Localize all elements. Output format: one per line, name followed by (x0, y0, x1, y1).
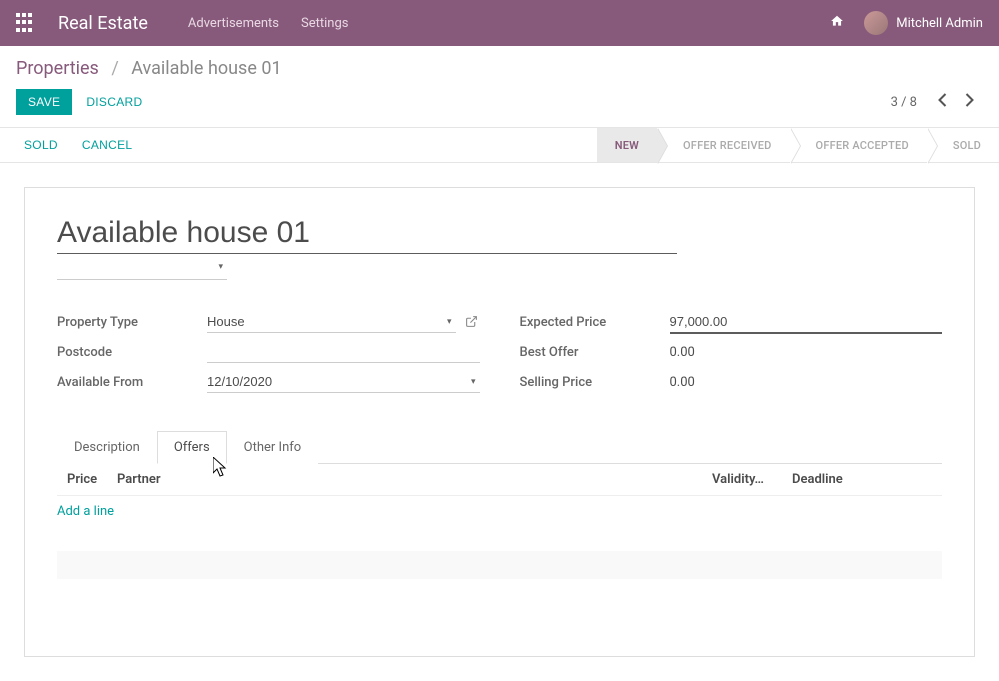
app-brand[interactable]: Real Estate (58, 13, 148, 34)
pager-prev-icon[interactable] (929, 89, 956, 115)
offers-table-header: Price Partner Validity… Deadline (57, 464, 942, 496)
pager-count[interactable]: 3 / 8 (891, 95, 917, 110)
nav-settings[interactable]: Settings (301, 16, 348, 31)
tags-select[interactable]: ▾ (57, 260, 227, 280)
discard-button[interactable]: Discard (86, 95, 142, 109)
pager: 3 / 8 (891, 89, 983, 115)
col-validity[interactable]: Validity… (712, 472, 792, 487)
cancel-button[interactable]: Cancel (82, 138, 132, 152)
col-deadline[interactable]: Deadline (792, 472, 932, 487)
nav-advertisements[interactable]: Advertisements (188, 16, 279, 31)
user-menu[interactable]: Mitchell Admin (864, 11, 983, 35)
form-sheet: ▾ Property Type ▾ Postcode (24, 187, 975, 657)
add-line-link[interactable]: Add a line (57, 496, 942, 527)
status-bar: Sold Cancel New Offer Received Offer Acc… (0, 127, 999, 163)
label-property-type: Property Type (57, 315, 207, 330)
step-offer-accepted[interactable]: Offer Accepted (790, 128, 927, 162)
home-icon[interactable] (830, 14, 844, 32)
label-postcode: Postcode (57, 345, 207, 360)
available-from-input[interactable] (207, 371, 480, 393)
property-type-input[interactable] (207, 311, 456, 333)
caret-down-icon: ▾ (218, 262, 223, 272)
postcode-input[interactable] (207, 341, 480, 363)
breadcrumb-sep: / (111, 58, 118, 79)
col-price[interactable]: Price (67, 472, 117, 487)
tabs: Description Offers Other Info (57, 430, 942, 464)
label-available-from: Available From (57, 375, 207, 390)
step-new[interactable]: New (597, 128, 657, 162)
avatar (864, 11, 888, 35)
status-steps: New Offer Received Offer Accepted Sold (597, 128, 999, 162)
offers-table: Price Partner Validity… Deadline Add a l… (57, 464, 942, 616)
breadcrumb-row: Properties / Available house 01 (0, 46, 999, 89)
breadcrumb-current: Available house 01 (131, 58, 281, 79)
breadcrumb-root[interactable]: Properties (16, 58, 99, 79)
main-navbar: Real Estate Advertisements Settings Mitc… (0, 0, 999, 46)
table-spacer (57, 551, 942, 579)
col-partner[interactable]: Partner (117, 472, 712, 487)
save-button[interactable]: Save (16, 89, 72, 115)
title-input[interactable] (57, 212, 677, 254)
apps-icon[interactable] (16, 13, 36, 33)
tab-description[interactable]: Description (57, 431, 157, 464)
breadcrumb: Properties / Available house 01 (16, 58, 282, 79)
tab-other-info[interactable]: Other Info (227, 431, 319, 464)
external-link-icon[interactable] (465, 315, 478, 332)
label-selling-price: Selling Price (520, 375, 670, 390)
expected-price-input[interactable] (670, 311, 943, 334)
best-offer-value: 0.00 (670, 342, 943, 363)
selling-price-value: 0.00 (670, 372, 943, 393)
tab-offers[interactable]: Offers (157, 431, 227, 464)
user-name: Mitchell Admin (896, 16, 983, 31)
sold-button[interactable]: Sold (24, 138, 58, 152)
step-offer-received[interactable]: Offer Received (657, 128, 790, 162)
pager-next-icon[interactable] (956, 89, 983, 115)
label-expected-price: Expected Price (520, 315, 670, 330)
action-bar: Save Discard 3 / 8 (0, 89, 999, 127)
label-best-offer: Best Offer (520, 345, 670, 360)
